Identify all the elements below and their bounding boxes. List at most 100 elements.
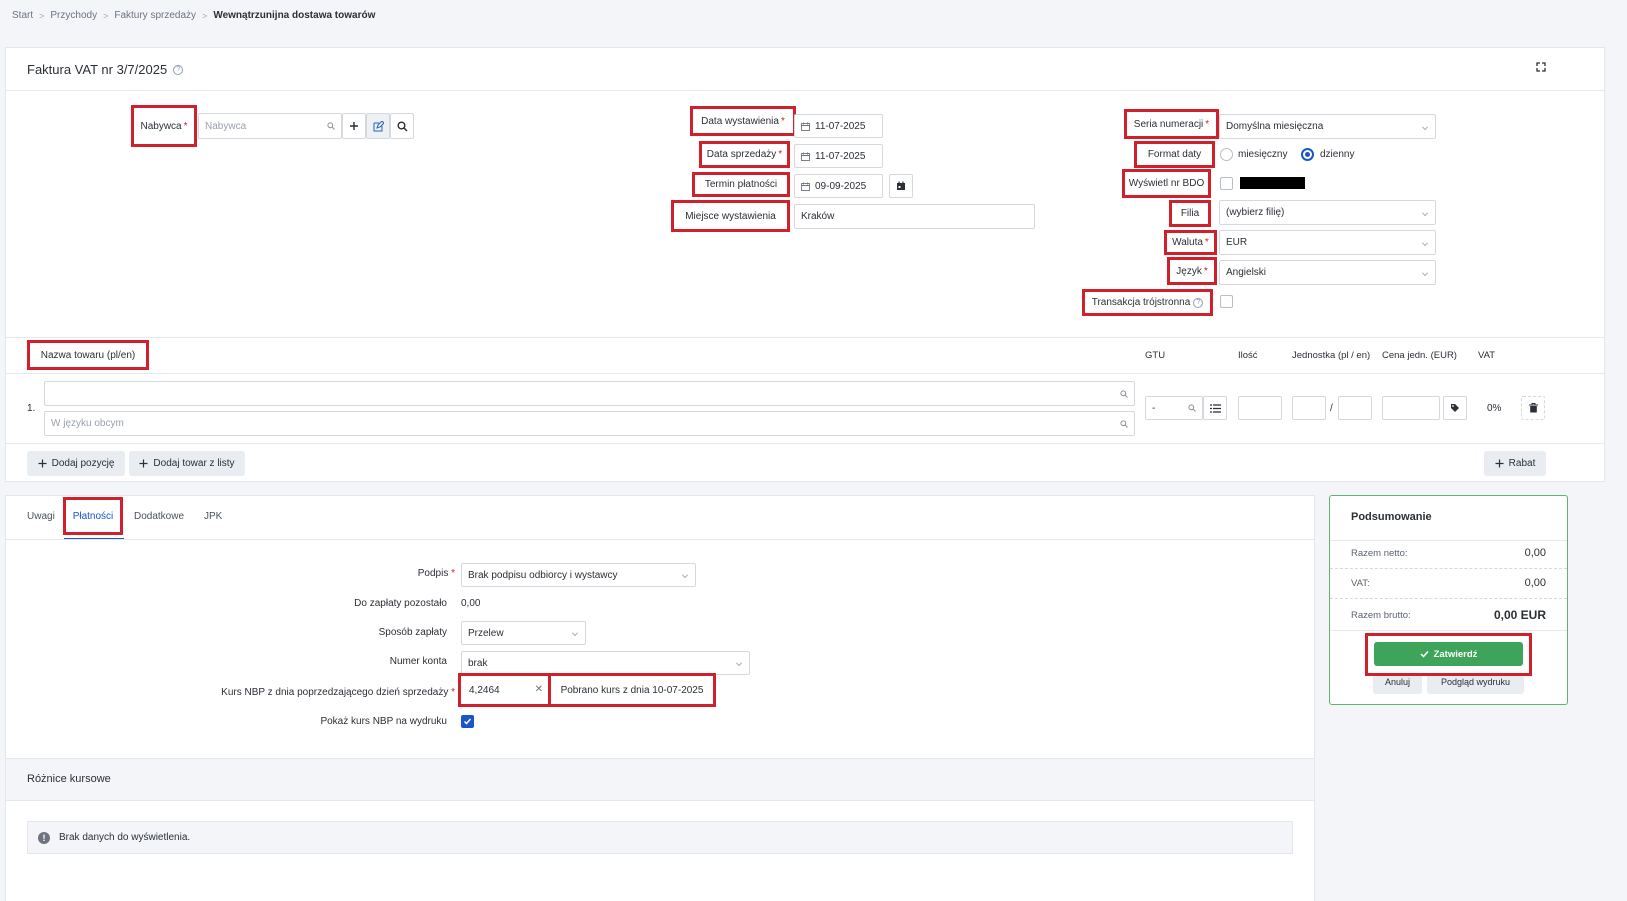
divider: [6, 90, 1605, 91]
price-tag-button[interactable]: [1443, 396, 1467, 420]
qty-header: Ilość: [1238, 350, 1258, 361]
vat-header: VAT: [1478, 350, 1496, 361]
date-format-daily-radio[interactable]: [1301, 148, 1314, 161]
date-format-daily-label: dzienny: [1320, 149, 1355, 160]
chevron-down-icon: [736, 660, 742, 666]
place-label: Miejsce wystawienia: [671, 200, 790, 232]
buyer-input[interactable]: Nabywca: [198, 113, 342, 139]
expand-icon[interactable]: [1536, 62, 1546, 72]
triangular-label: Transakcja trójstronna ?: [1082, 289, 1213, 316]
divider: [1330, 540, 1567, 541]
item-name-foreign-input[interactable]: W języku obcym: [44, 411, 1135, 436]
currency-label: Waluta *: [1164, 230, 1217, 255]
payment-method-label: Sposób zapłaty: [378, 627, 447, 638]
bdo-checkbox[interactable]: [1220, 177, 1233, 190]
remaining-value: 0,00: [461, 598, 481, 609]
currency-select[interactable]: EUR: [1219, 230, 1436, 255]
info-icon: !: [38, 831, 50, 844]
unit-en-input[interactable]: [1338, 396, 1372, 420]
plus-icon: [139, 459, 148, 468]
breadcrumb-income[interactable]: Przychody: [50, 10, 97, 21]
chevron-down-icon: [1422, 209, 1428, 216]
show-rate-checkbox[interactable]: [461, 715, 474, 728]
search-icon: [1188, 404, 1196, 412]
item-name-header: Nazwa towaru (pl/en): [27, 340, 149, 370]
sale-date-input[interactable]: 11-07-2025: [794, 144, 883, 168]
issue-date-label: Data wystawienia *: [690, 106, 796, 136]
unit-separator: /: [1330, 403, 1333, 414]
date-format-monthly-radio[interactable]: [1220, 148, 1233, 161]
delete-row-button[interactable]: [1521, 396, 1545, 420]
tab-payments[interactable]: Płatności: [63, 497, 123, 535]
unit-header: Jednostka (pl / en): [1292, 350, 1371, 361]
divider: [6, 373, 1605, 374]
calendar-icon: [897, 181, 905, 190]
breadcrumb-current: Wewnątrzunijna dostawa towarów: [213, 10, 376, 21]
plus-icon: [1495, 459, 1504, 468]
edit-buyer-button[interactable]: [366, 113, 390, 139]
show-rate-label: Pokaż kurs NBP na wydruku: [320, 716, 447, 727]
tab-jpk[interactable]: JPK: [204, 511, 222, 522]
breadcrumb-separator-icon: >: [39, 10, 45, 21]
due-date-input[interactable]: 09-09-2025: [794, 174, 883, 198]
chevron-down-icon: [682, 572, 688, 578]
due-date-picker-button[interactable]: [889, 174, 913, 198]
language-select[interactable]: Angielski: [1219, 260, 1436, 285]
discount-button[interactable]: Rabat: [1484, 451, 1546, 476]
bdo-label: Wyświetl nr BDO: [1122, 169, 1211, 198]
add-buyer-button[interactable]: [342, 113, 366, 139]
divider: [1330, 598, 1567, 599]
edit-icon: [373, 120, 384, 131]
breadcrumb-start[interactable]: Start: [12, 10, 33, 21]
page-title: Faktura VAT nr 3/7/2025 ?: [27, 62, 184, 77]
clear-icon[interactable]: ✕: [535, 684, 543, 695]
exchange-rate-label: Kurs NBP z dnia poprzedzającego dzień sp…: [221, 687, 455, 698]
breadcrumb-sales-invoices[interactable]: Faktury sprzedaży: [114, 10, 196, 21]
unit-pl-input[interactable]: [1292, 396, 1326, 420]
vat-total-value: 0,00: [1524, 577, 1546, 589]
series-select[interactable]: Domyślna miesięczna: [1219, 114, 1436, 139]
chevron-down-icon: [572, 630, 578, 636]
branch-select[interactable]: (wybierz filię): [1219, 200, 1436, 225]
tab-notes[interactable]: Uwagi: [27, 511, 55, 522]
signature-label: Podpis *: [417, 568, 455, 579]
gtu-input[interactable]: -: [1145, 396, 1203, 420]
help-icon[interactable]: ?: [173, 64, 184, 75]
payment-method-select[interactable]: Przelew: [461, 621, 586, 645]
vat-label: VAT:: [1351, 578, 1370, 589]
gross-label: Razem brutto:: [1351, 610, 1411, 621]
item-name-input[interactable]: [44, 381, 1135, 406]
qty-input[interactable]: [1238, 396, 1282, 420]
language-label: Język *: [1167, 257, 1217, 285]
breadcrumb-separator-icon: >: [202, 10, 208, 21]
add-position-button[interactable]: Dodaj pozycję: [27, 451, 125, 476]
sale-date-label: Data sprzedaży *: [699, 141, 790, 168]
issue-date-input[interactable]: 11-07-2025: [794, 114, 883, 138]
help-icon[interactable]: ?: [1193, 297, 1204, 308]
price-input[interactable]: [1382, 396, 1440, 420]
row-index: 1.: [27, 403, 36, 414]
exchange-rate-input[interactable]: 4,2464 ✕: [458, 673, 552, 707]
exchange-diff-header: [6, 758, 1314, 801]
breadcrumb-separator-icon: >: [103, 10, 109, 21]
account-select[interactable]: brak: [461, 651, 750, 675]
due-date-label: Termin płatności: [692, 172, 790, 197]
signature-select[interactable]: Brak podpisu odbiorcy i wystawcy: [461, 563, 696, 587]
add-from-list-button[interactable]: Dodaj towar z listy: [129, 451, 245, 476]
search-icon: [327, 122, 335, 130]
triangular-checkbox[interactable]: [1220, 295, 1233, 308]
exchange-diff-title: Różnice kursowe: [27, 773, 111, 785]
check-icon: [463, 718, 472, 725]
confirm-button[interactable]: Zatwierdź: [1374, 642, 1523, 666]
calendar-icon: [801, 152, 810, 161]
gross-value: 0,00 EUR: [1493, 608, 1546, 622]
tab-additional[interactable]: Dodatkowe: [134, 511, 184, 522]
breadcrumb: Start > Przychody > Faktury sprzedaży > …: [12, 10, 375, 21]
buyer-label: Nabywca *: [131, 105, 197, 147]
account-label: Numer konta: [389, 656, 447, 667]
gtu-list-button[interactable]: [1203, 396, 1227, 420]
price-header: Cena jedn. (EUR): [1382, 350, 1457, 361]
search-buyer-button[interactable]: [390, 113, 414, 139]
gtu-header: GTU: [1145, 350, 1166, 361]
place-input[interactable]: Kraków: [794, 204, 1035, 229]
